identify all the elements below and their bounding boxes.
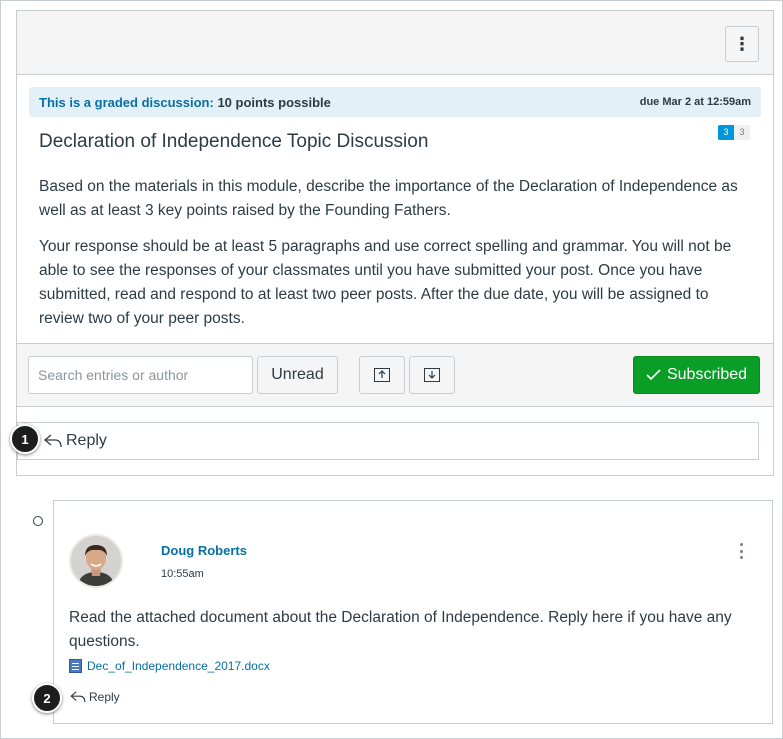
reply-arrow-icon — [70, 691, 86, 703]
read-state-indicator[interactable] — [33, 516, 43, 526]
document-icon — [69, 659, 82, 673]
entry-timestamp: 10:55am — [161, 568, 204, 580]
subscribed-label: Subscribed — [666, 366, 748, 383]
checkmark-icon — [646, 369, 661, 381]
due-date: due Mar 2 at 12:59am — [639, 96, 751, 108]
total-count-badge: 3 — [734, 125, 750, 140]
topic-header: ⋮ — [17, 11, 773, 75]
callout-marker-2: 2 — [32, 683, 62, 713]
unread-count-badge: 3 — [718, 125, 734, 140]
attachment-link[interactable]: Dec_of_Independence_2017.docx — [69, 659, 270, 673]
unread-filter-button[interactable]: Unread — [257, 356, 338, 394]
entry-options-button[interactable] — [736, 541, 746, 561]
points-possible: 10 points possible — [217, 95, 331, 110]
reply-arrow-icon — [44, 434, 62, 448]
topic-card: ⋮ This is a graded discussion: 10 points… — [16, 10, 774, 476]
avatar-portrait — [71, 536, 121, 586]
topic-paragraph: Based on the materials in this module, d… — [39, 178, 738, 219]
expand-icon — [424, 368, 440, 382]
avatar[interactable] — [69, 534, 123, 588]
topic-reply-box[interactable]: Reply — [17, 422, 759, 460]
reply-label: Reply — [66, 432, 107, 449]
discussion-entry: Doug Roberts 10:55am Read the attached d… — [53, 500, 773, 724]
topic-message: Based on the materials in this module, d… — [39, 175, 751, 343]
topic-options-button[interactable]: ⋮ — [725, 26, 759, 62]
search-entries-input[interactable] — [28, 356, 253, 394]
more-vertical-icon: ⋮ — [733, 33, 751, 54]
graded-discussion-banner: This is a graded discussion: 10 points p… — [29, 87, 761, 117]
topic-reply-link[interactable]: Reply — [44, 432, 107, 450]
expand-replies-button[interactable] — [409, 356, 455, 394]
attachment-filename: Dec_of_Independence_2017.docx — [87, 659, 270, 673]
discussion-toolbar: Unread Subscribed — [17, 343, 773, 407]
entry-message: Read the attached document about the Dec… — [69, 609, 732, 650]
entry-reply-link[interactable]: Reply — [70, 690, 120, 704]
graded-label-wrap: This is a graded discussion: 10 points p… — [39, 95, 331, 110]
graded-label: This is a graded discussion: — [39, 95, 214, 110]
author-name[interactable]: Doug Roberts — [161, 543, 247, 558]
collapse-icon — [374, 368, 390, 382]
subscribed-button[interactable]: Subscribed — [633, 356, 760, 394]
collapse-replies-button[interactable] — [359, 356, 405, 394]
topic-title: Declaration of Independence Topic Discus… — [39, 131, 429, 152]
entry-reply-label: Reply — [89, 690, 120, 704]
topic-paragraph: Your response should be at least 5 parag… — [39, 238, 732, 327]
callout-marker-1: 1 — [10, 424, 40, 454]
